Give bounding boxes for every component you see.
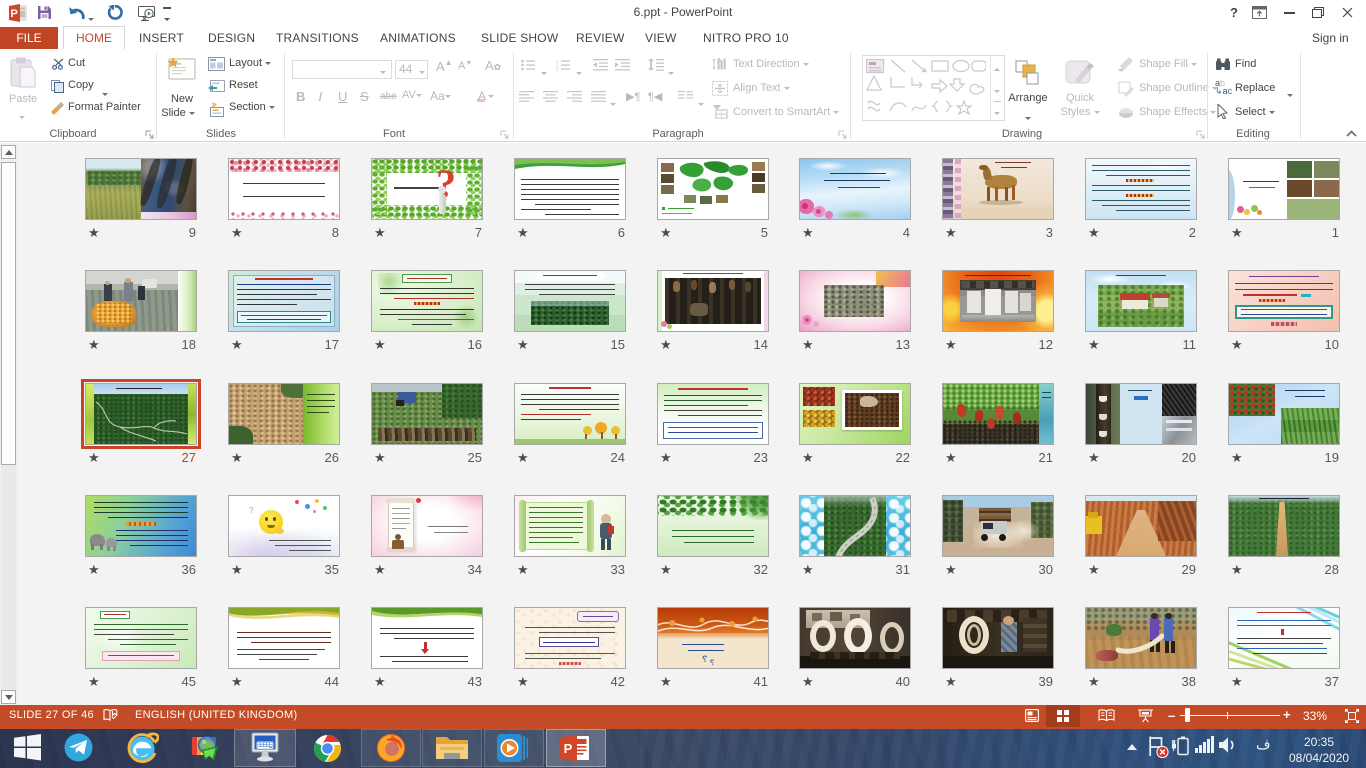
svg-text:P: P xyxy=(564,741,573,756)
svg-text:A: A xyxy=(717,58,722,65)
svg-text:3: 3 xyxy=(556,68,559,72)
